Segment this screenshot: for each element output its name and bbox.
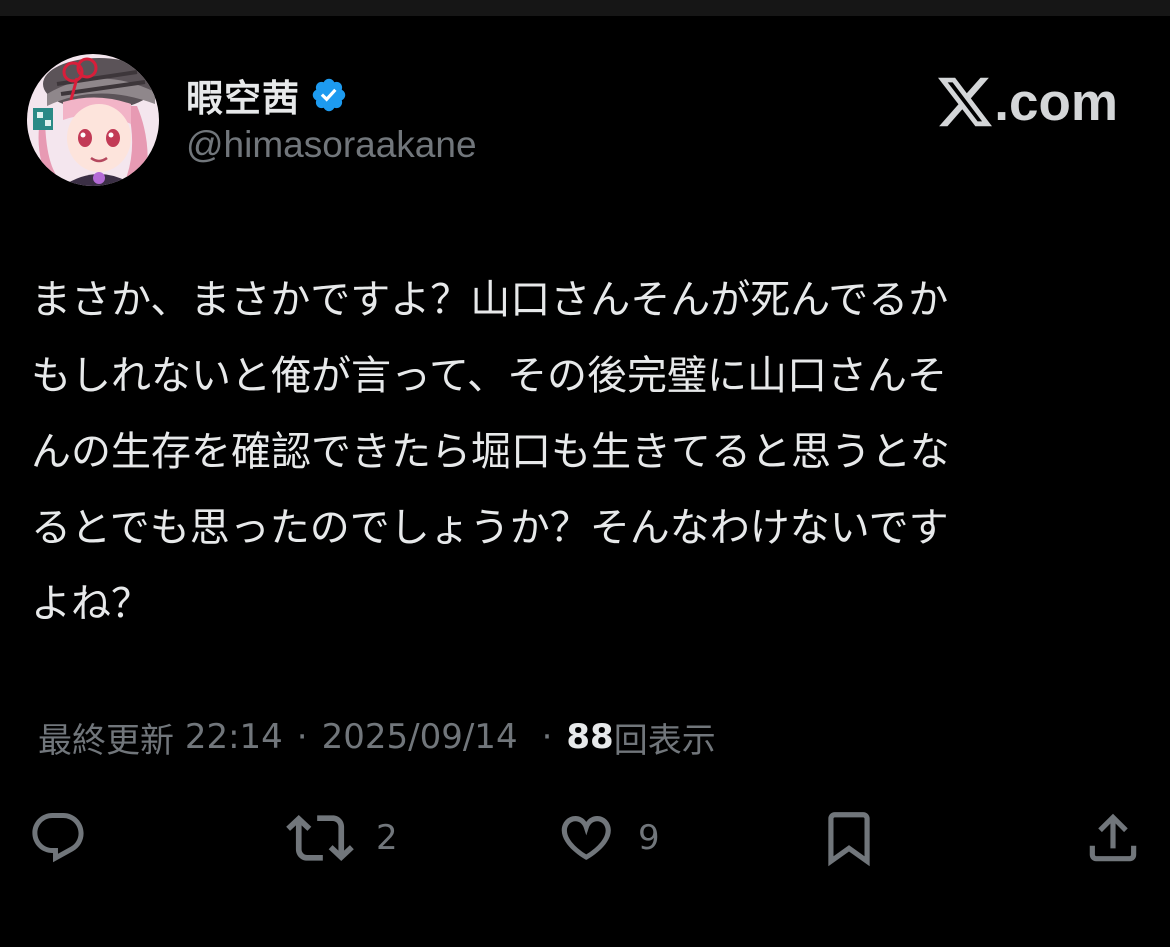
bookmark-button[interactable]	[818, 800, 880, 876]
like-button[interactable]: 9	[554, 800, 660, 876]
avatar[interactable]	[27, 54, 159, 186]
reply-icon	[32, 813, 84, 863]
x-logo-icon	[938, 77, 993, 127]
author-name-row: 暇空茜	[186, 70, 348, 120]
like-count: 9	[638, 818, 660, 858]
meta-separator: ·	[296, 717, 308, 757]
brand-logo-text: .com	[994, 72, 1118, 132]
post-text: まさか、まさかですよ？山口さんそんが死んでるか もしれないと俺が言って、その後完…	[31, 277, 950, 627]
brand-logo: .com	[938, 72, 1118, 132]
post-time[interactable]: 22:14	[185, 717, 283, 757]
post-date[interactable]: 2025/09/14	[322, 717, 518, 757]
avatar-image	[27, 54, 159, 186]
share-icon	[1089, 813, 1137, 862]
views-count: 88	[566, 717, 614, 757]
repost-button[interactable]: 2	[286, 800, 398, 876]
like-icon	[561, 816, 611, 860]
author-display-name[interactable]: 暇空茜	[186, 68, 300, 122]
author-handle[interactable]: @himasoraakane	[186, 124, 477, 166]
views-label: 回表示	[613, 720, 716, 761]
action-bar: 2 9	[0, 800, 1170, 876]
repost-count: 2	[376, 818, 398, 858]
meta-separator: ·	[541, 717, 553, 757]
post-meta: 最終更新 22:14 · 2025/09/14 · 88 回表示	[38, 712, 716, 762]
reply-button[interactable]	[28, 800, 88, 876]
share-button[interactable]	[1082, 800, 1144, 876]
bookmark-icon	[828, 812, 870, 867]
top-strip	[0, 0, 1170, 16]
edited-label: 最終更新	[38, 720, 174, 761]
verified-badge-icon	[312, 78, 346, 112]
repost-icon	[286, 814, 354, 862]
